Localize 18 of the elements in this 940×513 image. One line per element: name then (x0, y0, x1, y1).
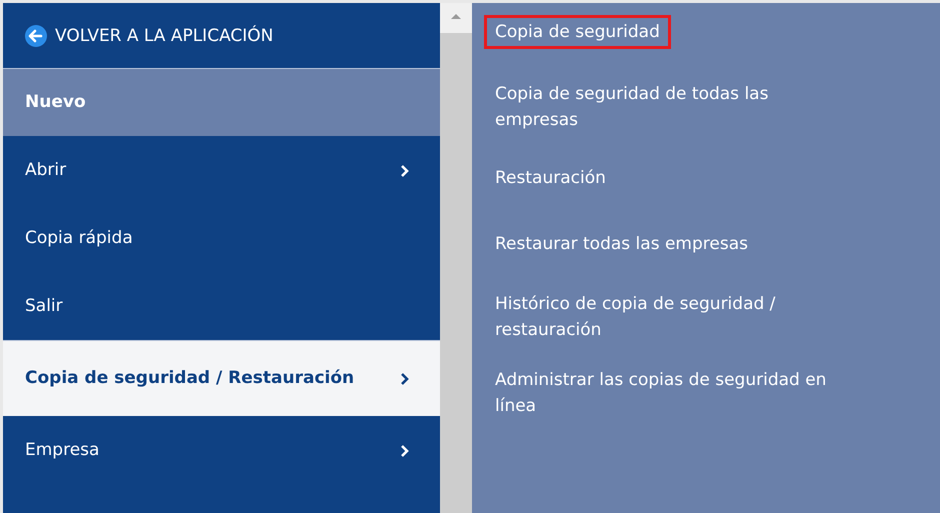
menu-item-label: Copia de seguridad / Restauración (25, 367, 354, 390)
scrollbar[interactable] (440, 3, 472, 513)
submenu-item[interactable]: Copia de seguridad (484, 15, 671, 49)
menu-item-label: Copia rápida (25, 227, 133, 250)
menu-item-label: Nuevo (25, 91, 86, 114)
submenu-item[interactable]: Administrar las copias de seguridad en línea (484, 363, 866, 423)
submenu-item[interactable]: Restaurar todas las empresas (484, 227, 759, 261)
submenu-item[interactable]: Histórico de copia de seguridad / restauración (484, 287, 866, 347)
up-arrow-icon (451, 13, 461, 19)
scroll-up-button[interactable] (440, 3, 472, 33)
back-link[interactable]: VOLVER A LA APLICACIÓN (3, 3, 440, 68)
menu-item[interactable]: Copia de seguridad / Restauración (3, 340, 440, 416)
submenu-item[interactable]: Restauración (484, 161, 617, 195)
menu-item[interactable]: Nuevo (3, 68, 440, 136)
submenu-item[interactable]: Copia de seguridad de todas las empresas (484, 77, 866, 137)
menu-item-label: Salir (25, 295, 63, 318)
menu-item-label: Abrir (25, 159, 66, 182)
menu-item-label: Empresa (25, 439, 100, 462)
